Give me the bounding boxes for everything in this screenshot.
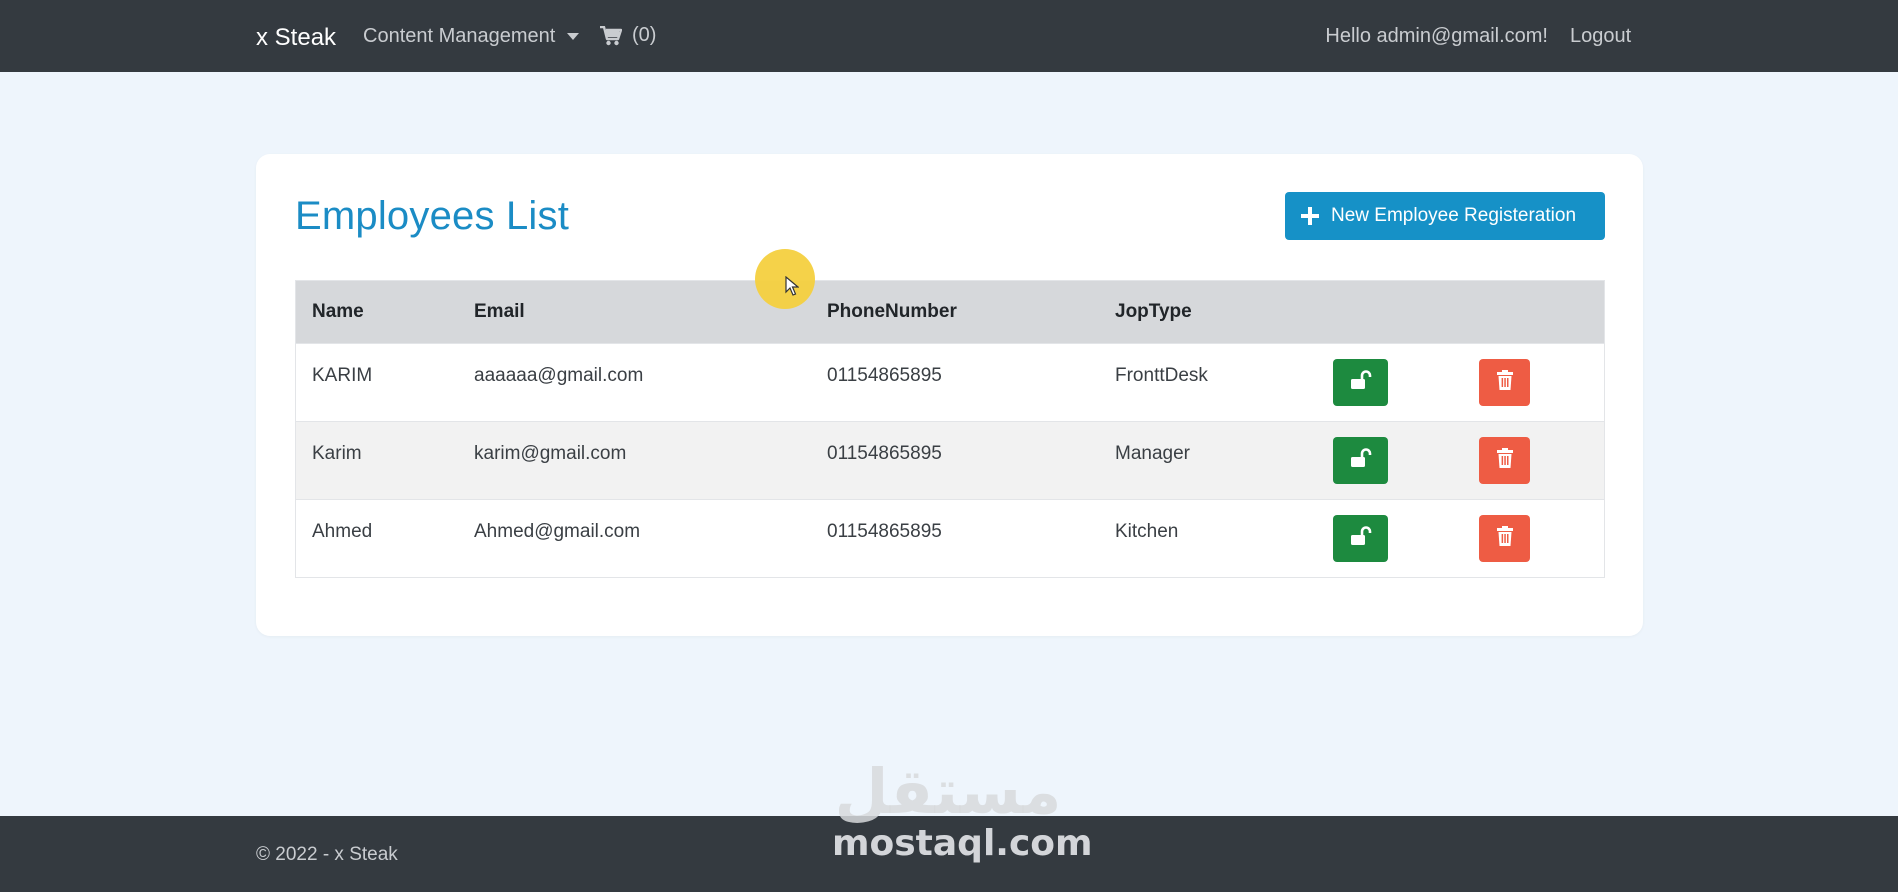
top-navbar: x Steak Content Management (0) Hello adm…	[0, 0, 1898, 72]
mouse-pointer-icon	[785, 276, 799, 296]
unlock-icon	[1350, 370, 1372, 395]
cell-job-type: Manager	[1115, 443, 1190, 464]
plus-icon	[1301, 207, 1319, 225]
new-employee-button-label: New Employee Registeration	[1331, 205, 1577, 226]
delete-button[interactable]	[1479, 437, 1530, 484]
table-row: Karim karim@gmail.com 01154865895 Manage…	[296, 421, 1604, 499]
header-name: Name	[312, 301, 364, 322]
trash-icon	[1496, 526, 1513, 551]
cell-email: karim@gmail.com	[474, 443, 627, 464]
employees-card: Employees List New Employee Registeratio…	[256, 154, 1643, 636]
cell-email: Ahmed@gmail.com	[474, 521, 641, 542]
content-management-label: Content Management	[363, 25, 556, 47]
delete-button[interactable]	[1479, 359, 1530, 406]
cell-job-type: FronttDesk	[1115, 365, 1208, 386]
header-job-type: JopType	[1115, 301, 1192, 322]
cell-name: Ahmed	[312, 521, 373, 542]
cell-name: KARIM	[312, 365, 373, 386]
cell-phone: 01154865895	[827, 443, 942, 464]
watermark-latin: mostaql.com	[832, 823, 1093, 864]
logout-link[interactable]: Logout	[1570, 25, 1631, 48]
watermark-arabic: مستقل	[834, 755, 1062, 828]
page-title: Employees List	[295, 194, 570, 238]
unlock-icon	[1350, 526, 1372, 551]
table-header: Name Email PhoneNumber JopType	[296, 281, 1604, 343]
header-email: Email	[474, 301, 525, 322]
trash-icon	[1496, 448, 1513, 473]
cell-phone: 01154865895	[827, 365, 942, 386]
content-management-dropdown[interactable]: Content Management	[363, 25, 580, 48]
delete-button[interactable]	[1479, 515, 1530, 562]
unlock-button[interactable]	[1333, 515, 1388, 562]
copyright-text: © 2022 - x Steak	[256, 844, 398, 865]
employees-table: Name Email PhoneNumber JopType KARIM aaa…	[295, 280, 1605, 578]
new-employee-button[interactable]: New Employee Registeration	[1285, 192, 1605, 240]
header-phone: PhoneNumber	[827, 301, 957, 322]
unlock-button[interactable]	[1333, 359, 1388, 406]
shopping-cart-icon	[600, 25, 622, 46]
caret-down-icon	[567, 33, 580, 40]
unlock-icon	[1350, 448, 1372, 473]
cell-name: Karim	[312, 443, 362, 464]
cart-link[interactable]: (0)	[600, 24, 656, 47]
cart-count: (0)	[632, 24, 657, 46]
user-greeting[interactable]: Hello admin@gmail.com!	[1325, 25, 1548, 48]
cell-job-type: Kitchen	[1115, 521, 1179, 542]
watermark: مستقل mostaql.com	[832, 755, 1093, 864]
unlock-button[interactable]	[1333, 437, 1388, 484]
cell-email: aaaaaa@gmail.com	[474, 365, 644, 386]
table-row: Ahmed Ahmed@gmail.com 01154865895 Kitche…	[296, 499, 1604, 577]
cell-phone: 01154865895	[827, 521, 942, 542]
trash-icon	[1496, 370, 1513, 395]
table-row: KARIM aaaaaa@gmail.com 01154865895 Front…	[296, 343, 1604, 421]
brand-link[interactable]: x Steak	[256, 24, 336, 52]
